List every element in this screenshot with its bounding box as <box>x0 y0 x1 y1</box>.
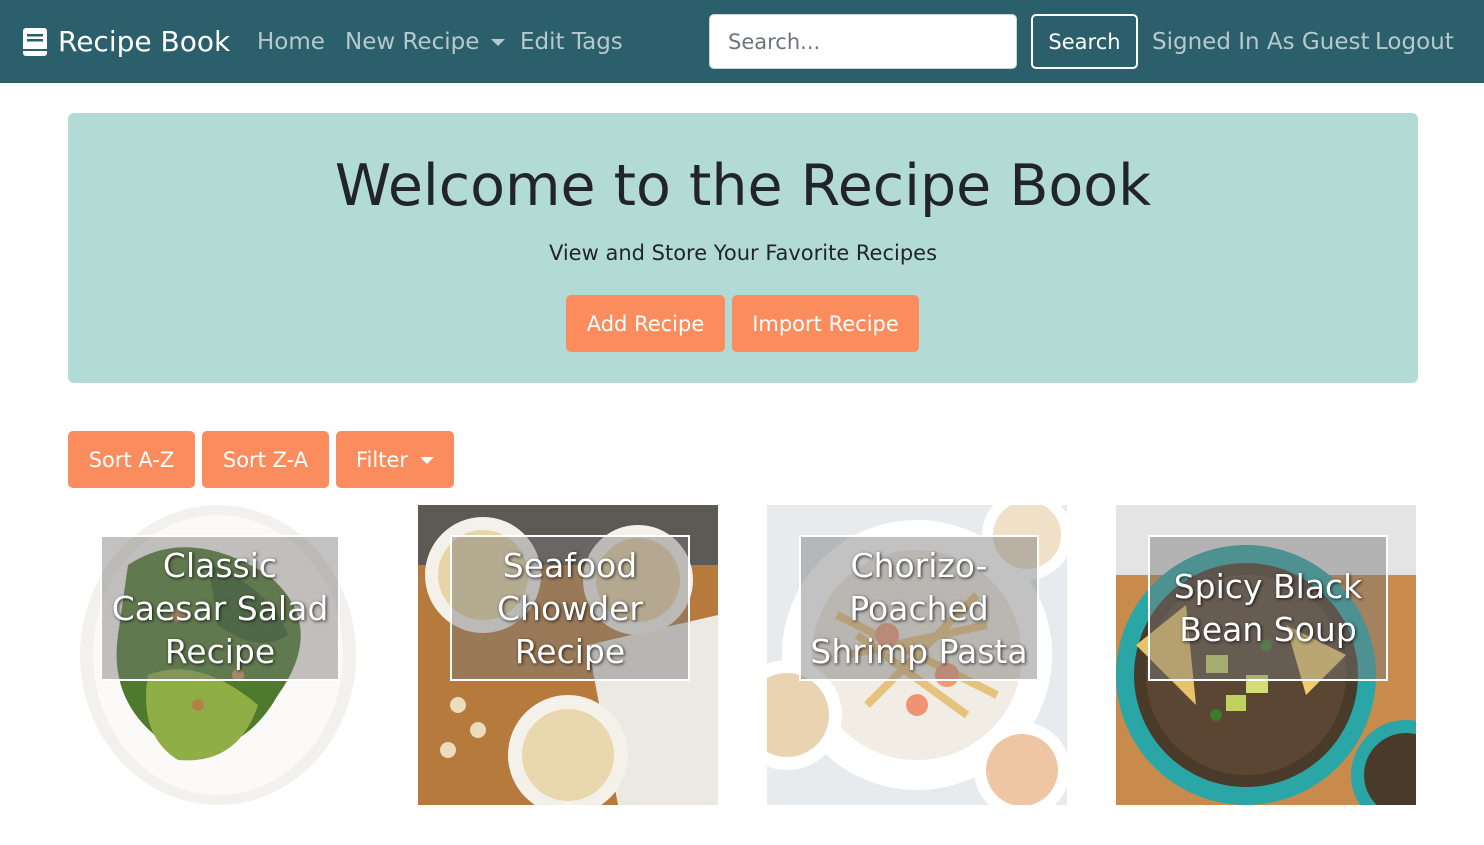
recipe-card[interactable]: Seafood Chowder Recipe <box>418 505 718 805</box>
recipe-title: Chorizo-Poached Shrimp Pasta <box>799 535 1039 681</box>
navbar: Recipe Book Home New Recipe Edit Tags Se… <box>0 0 1484 83</box>
chevron-down-icon <box>420 457 434 464</box>
recipe-card[interactable]: Chorizo-Poached Shrimp Pasta <box>767 505 1067 805</box>
recipe-title: Classic Caesar Salad Recipe <box>100 535 340 681</box>
page-title: Welcome to the Recipe Book <box>334 153 1152 219</box>
import-recipe-button[interactable]: Import Recipe <box>732 295 919 352</box>
sort-za-button[interactable]: Sort Z-A <box>202 431 329 488</box>
brand-link[interactable]: Recipe Book <box>22 0 230 83</box>
brand-label: Recipe Book <box>58 25 231 58</box>
recipe-card[interactable]: Spicy Black Bean Soup <box>1116 505 1416 805</box>
filter-label: Filter <box>355 447 408 472</box>
nav-new-recipe-label: New Recipe <box>345 28 480 55</box>
nav-edit-tags[interactable]: Edit Tags <box>520 0 623 83</box>
recipe-title: Spicy Black Bean Soup <box>1148 535 1388 681</box>
book-icon <box>23 27 47 56</box>
add-recipe-button[interactable]: Add Recipe <box>566 295 725 352</box>
nav-signed-in[interactable]: Signed In As Guest <box>1152 0 1369 83</box>
nav-new-recipe-dropdown[interactable]: New Recipe <box>345 0 506 83</box>
nav-logout[interactable]: Logout <box>1375 0 1454 83</box>
search-input[interactable] <box>709 14 1017 69</box>
nav-home[interactable]: Home <box>257 0 325 83</box>
welcome-banner: Welcome to the Recipe Book View and Stor… <box>68 113 1418 383</box>
page-subtitle: View and Store Your Favorite Recipes <box>548 241 938 265</box>
sort-az-button[interactable]: Sort A-Z <box>68 431 195 488</box>
recipe-title: Seafood Chowder Recipe <box>450 535 690 681</box>
search-button[interactable]: Search <box>1031 14 1138 69</box>
chevron-down-icon <box>491 39 506 46</box>
filter-dropdown-button[interactable]: Filter <box>336 431 454 488</box>
recipe-card[interactable]: Classic Caesar Salad Recipe <box>68 505 368 805</box>
